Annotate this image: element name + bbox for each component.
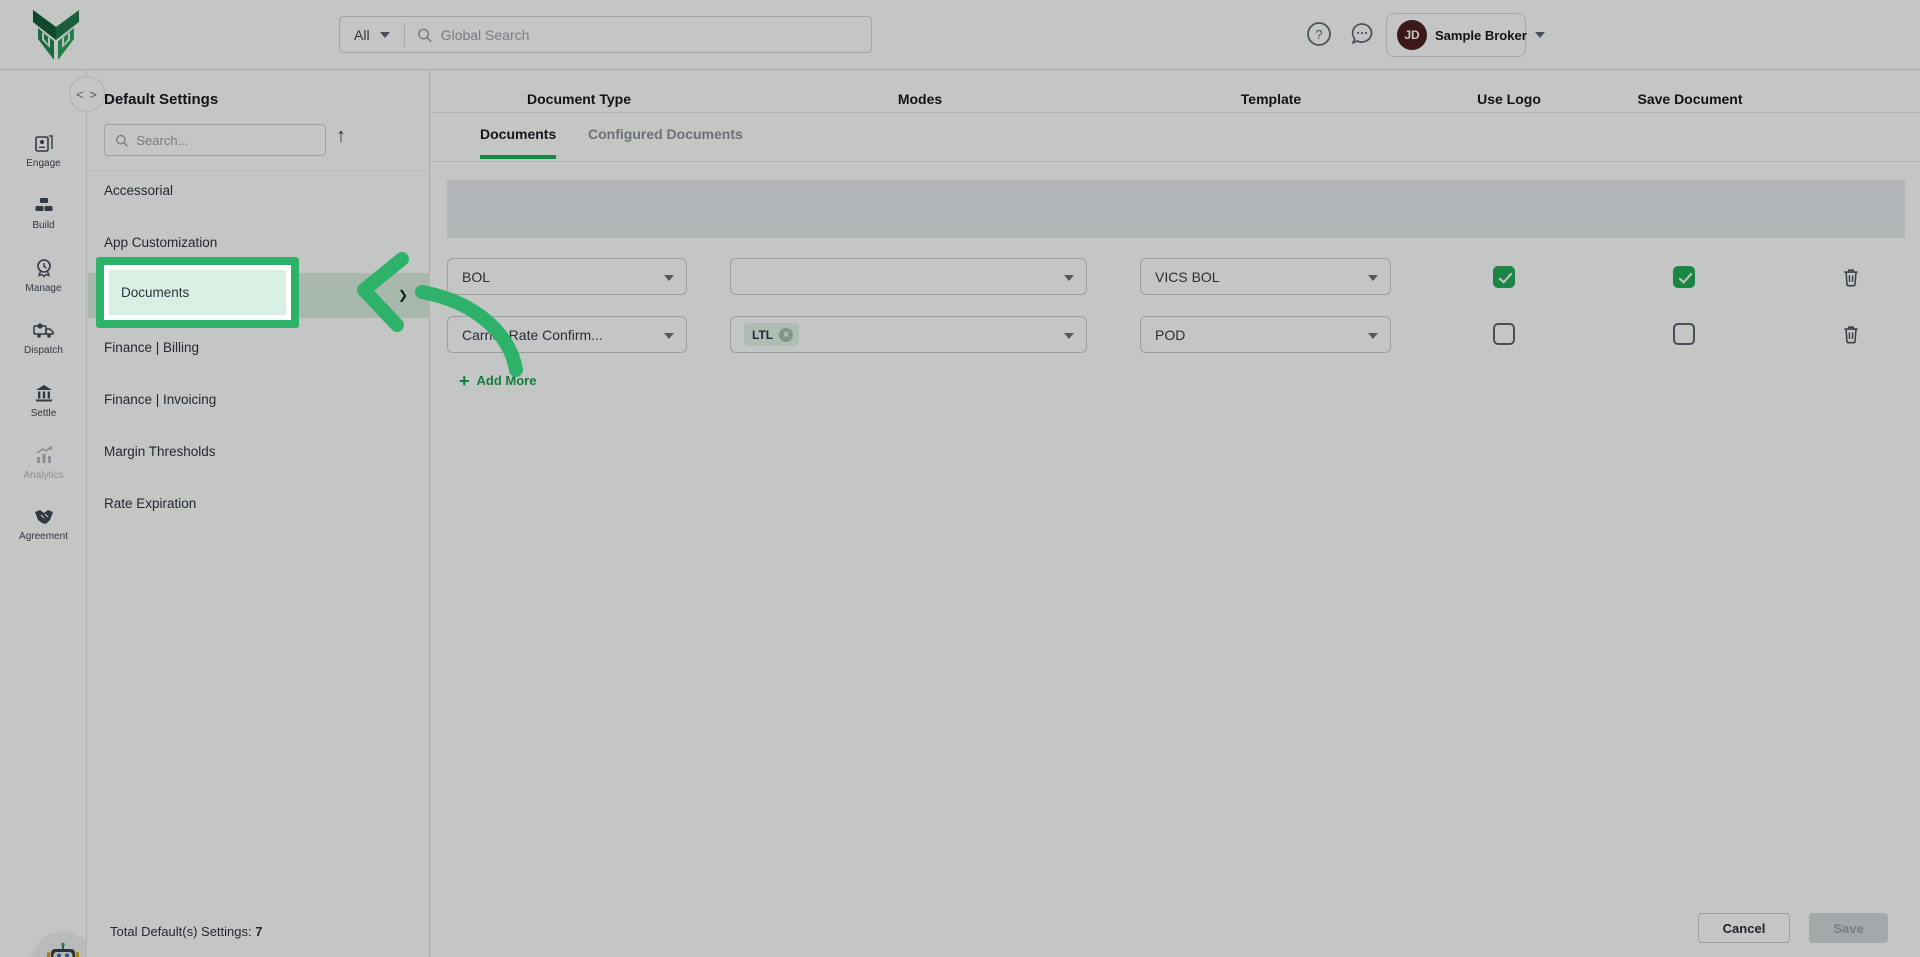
tour-highlight-box: Documents [96, 257, 299, 328]
tour-dim-overlay [0, 0, 1920, 957]
tour-highlight-label: Documents [109, 270, 286, 315]
app-root: All ? JD Sample Broker [0, 0, 1920, 957]
